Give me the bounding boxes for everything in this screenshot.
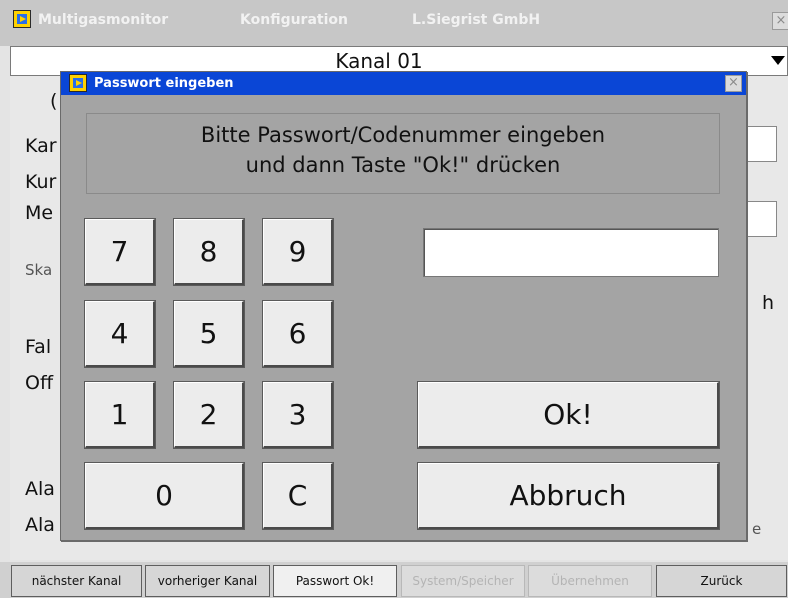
next-channel-button[interactable]: nächster Kanal (11, 565, 142, 597)
form-fragment: e (752, 520, 762, 538)
keypad-key-5[interactable]: 5 (174, 301, 244, 367)
dialog-message-line: und dann Taste "Ok!" drücken (245, 153, 561, 177)
form-fragment: Ska (25, 261, 53, 279)
system-save-button[interactable]: System/Speicher (401, 565, 525, 597)
form-fragment: Kur (25, 171, 57, 193)
form-fragment: Ala (25, 514, 55, 536)
dialog-message: Bitte Passwort/Codenummer eingeben und d… (86, 113, 720, 194)
main-title-bar: Multigasmonitor Konfiguration L.Siegrist… (0, 0, 788, 46)
back-button[interactable]: Zurück (656, 565, 787, 597)
app-title: Multigasmonitor (38, 12, 169, 28)
keypad-key-9[interactable]: 9 (263, 219, 333, 285)
password-ok-button[interactable]: Passwort Ok! (273, 565, 397, 597)
dropdown-arrow-icon[interactable] (771, 56, 785, 65)
cancel-button[interactable]: Abbruch (418, 463, 719, 529)
previous-channel-button[interactable]: vorheriger Kanal (145, 565, 270, 597)
apply-button[interactable]: Übernehmen (528, 565, 652, 597)
window-close-icon[interactable]: × (772, 12, 788, 30)
form-fragment: Ala (25, 478, 55, 500)
form-fragment: Kar (25, 135, 57, 157)
labview-app-icon (13, 10, 31, 28)
password-input[interactable] (423, 228, 719, 277)
form-fragment: ( (50, 90, 58, 112)
password-dialog: Passwort eingeben × Bitte Passwort/Coden… (60, 71, 747, 541)
keypad-key-7[interactable]: 7 (85, 219, 155, 285)
channel-selector-value: Kanal 01 (335, 49, 423, 73)
labview-app-icon (69, 74, 87, 92)
keypad-key-8[interactable]: 8 (174, 219, 244, 285)
section-title: Konfiguration (240, 12, 348, 28)
form-fragment: Fal (25, 336, 52, 358)
keypad-key-6[interactable]: 6 (263, 301, 333, 367)
company-title: L.Siegrist GmbH (412, 12, 541, 28)
form-input-field[interactable] (747, 201, 777, 237)
keypad-clear-key[interactable]: C (263, 463, 333, 529)
keypad-key-3[interactable]: 3 (263, 382, 333, 448)
form-fragment: h (762, 292, 775, 314)
dialog-title: Passwort eingeben (94, 76, 234, 91)
keypad-key-0[interactable]: 0 (85, 463, 244, 529)
dialog-close-icon[interactable]: × (725, 75, 742, 92)
dialog-title-bar: Passwort eingeben (61, 72, 746, 95)
keypad-key-4[interactable]: 4 (85, 301, 155, 367)
keypad-key-2[interactable]: 2 (174, 382, 244, 448)
ok-button[interactable]: Ok! (418, 382, 719, 448)
keypad-key-1[interactable]: 1 (85, 382, 155, 448)
form-fragment: Off (25, 372, 54, 394)
form-input-field[interactable] (747, 126, 777, 162)
dialog-message-line: Bitte Passwort/Codenummer eingeben (200, 123, 606, 147)
form-fragment: Me (25, 202, 54, 224)
